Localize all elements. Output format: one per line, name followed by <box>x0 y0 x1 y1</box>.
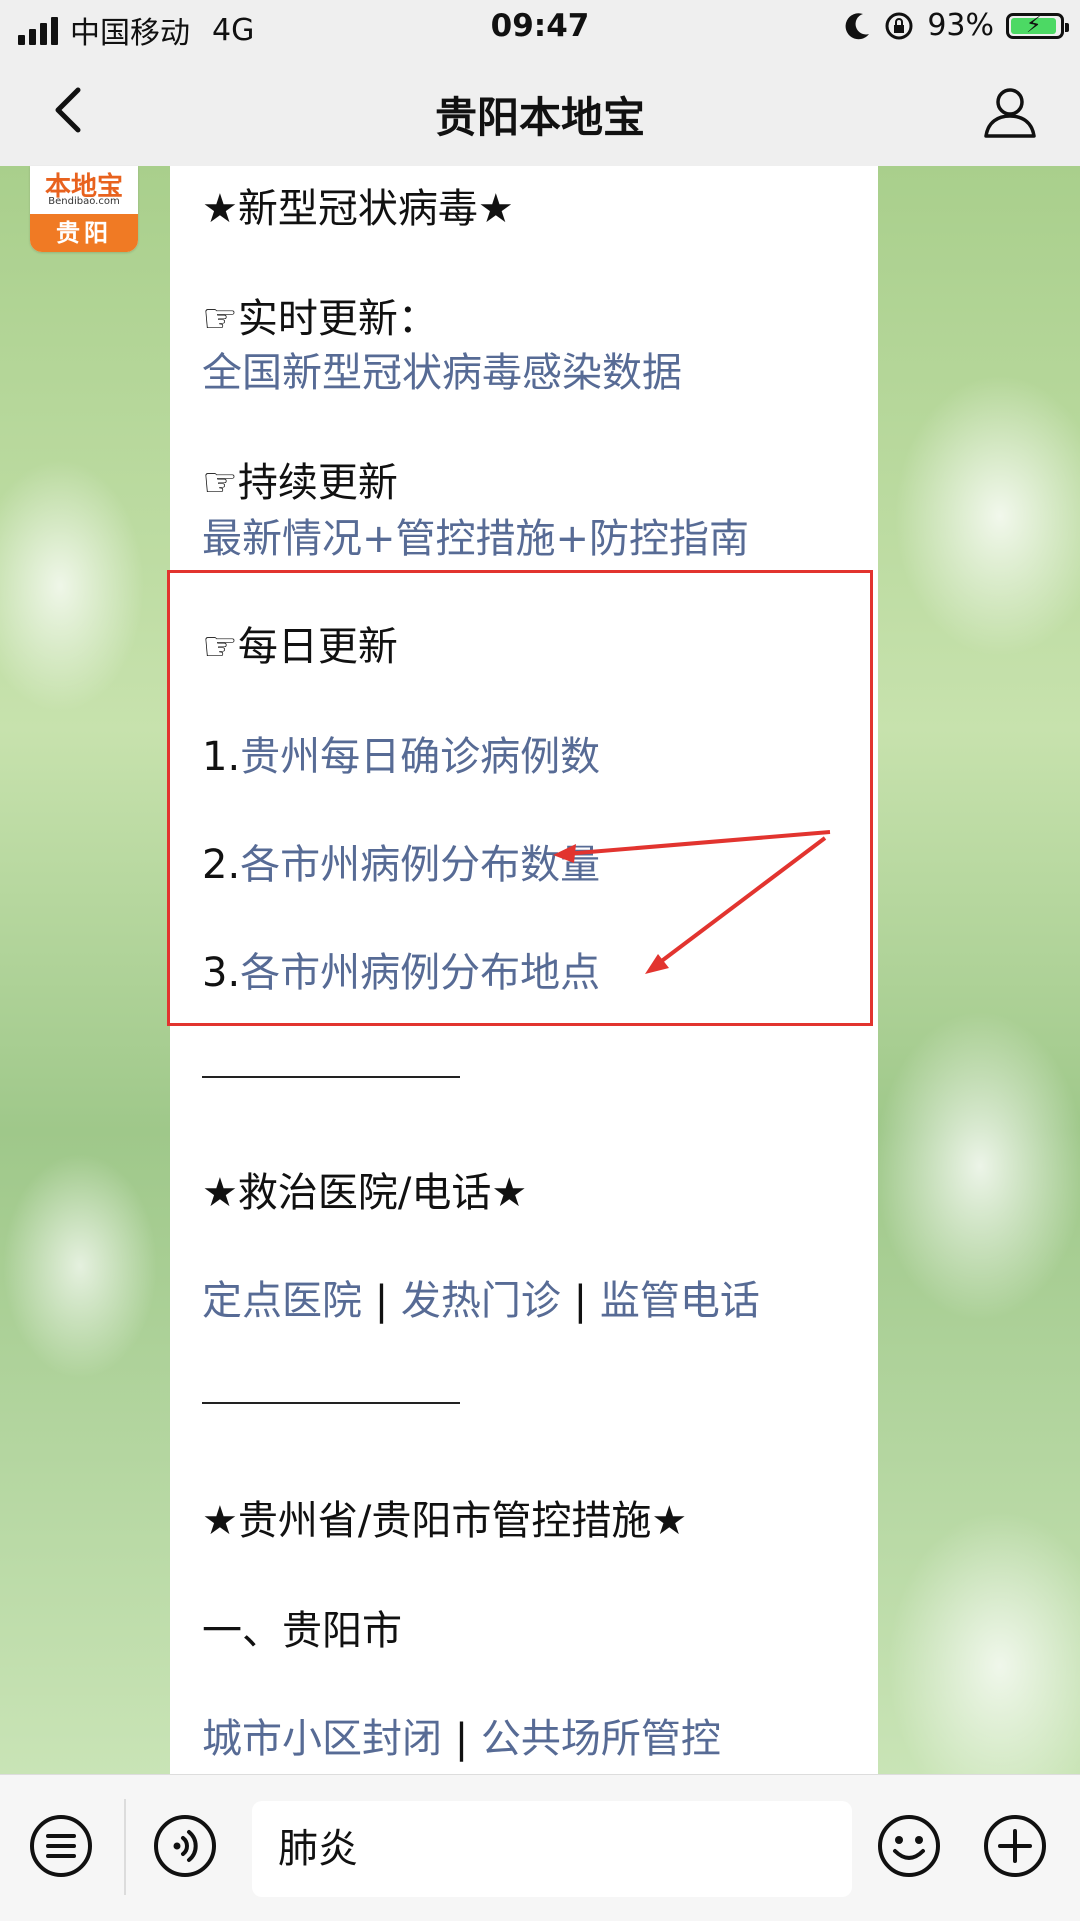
avatar-city: 贵阳 <box>30 214 138 252</box>
status-bar: 中国移动 4G 09:47 93% ⚡ <box>0 0 1080 54</box>
link-fever-clinics[interactable]: 发热门诊 <box>401 1278 561 1324</box>
message-input[interactable]: 肺炎 <box>252 1801 852 1897</box>
moon-icon <box>845 12 870 39</box>
nav-bar: 贵阳本地宝 <box>0 54 1080 166</box>
pipe-separator: | <box>374 1278 389 1324</box>
battery-charging-icon: ⚡ <box>1006 12 1069 39</box>
avatar-url: Bendibao.com <box>48 196 120 207</box>
message-card: ★新型冠状病毒★ ☞实时更新： 全国新型冠状病毒感染数据 ☞持续更新 最新情况+… <box>167 166 878 1774</box>
emoji-icon[interactable] <box>876 1813 942 1879</box>
section-title-hospitals: ★救治医院/电话★ <box>202 1170 528 1216</box>
input-bar: 肺炎 <box>0 1774 1080 1921</box>
plus-icon[interactable] <box>982 1813 1048 1879</box>
pipe-separator: | <box>573 1278 588 1324</box>
section-title-measures: ★贵州省/贵阳市管控措施★ <box>202 1498 688 1544</box>
link-community-closure[interactable]: 城市小区封闭 <box>202 1716 442 1762</box>
status-right: 93% ⚡ <box>845 8 1069 43</box>
divider <box>202 1402 460 1404</box>
red-arrows-annotation <box>553 830 831 974</box>
hospital-links: 定点医院 | 发热门诊 | 监管电话 <box>202 1268 760 1326</box>
avatar[interactable]: 本地宝 Bendibao.com 贵阳 <box>30 166 138 252</box>
page-title: 贵阳本地宝 <box>434 93 645 142</box>
link-designated-hospitals[interactable]: 定点医院 <box>202 1278 362 1324</box>
pipe-separator: | <box>454 1716 469 1762</box>
battery-percent: 93% <box>927 8 994 43</box>
profile-icon[interactable] <box>980 82 1040 142</box>
input-divider <box>124 1799 126 1895</box>
guiyang-label: 一、贵阳市 <box>202 1608 402 1654</box>
rotation-lock-icon <box>885 12 913 39</box>
link-public-places-control[interactable]: 公共场所管控 <box>481 1716 721 1762</box>
link-supervision-phone[interactable]: 监管电话 <box>600 1278 760 1324</box>
voice-icon[interactable] <box>152 1813 218 1879</box>
avatar-brand: 本地宝 <box>44 172 123 202</box>
divider <box>202 1076 460 1078</box>
guiyang-links: 城市小区封闭 | 公共场所管控 <box>202 1706 721 1764</box>
menu-list-icon[interactable] <box>28 1813 94 1879</box>
